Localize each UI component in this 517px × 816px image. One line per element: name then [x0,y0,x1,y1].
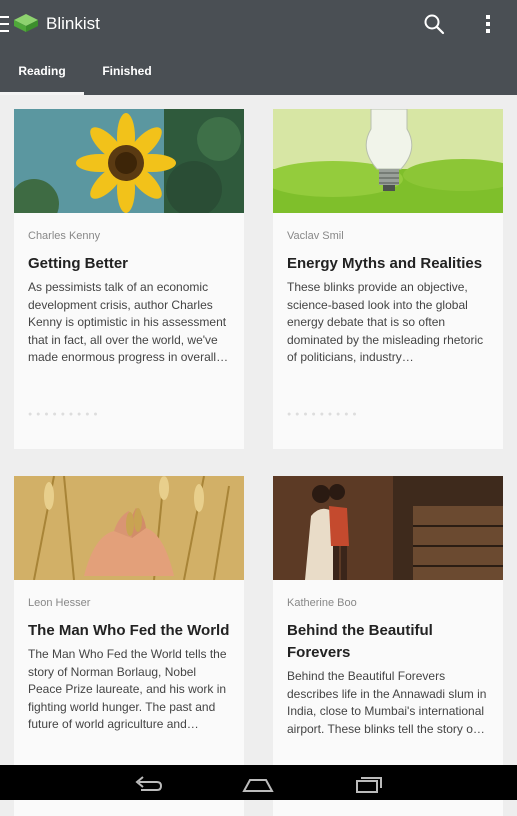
book-author: Leon Hesser [28,597,91,609]
book-cover-image [273,476,503,580]
tab-finished[interactable]: Finished [84,48,170,95]
recents-icon[interactable] [353,774,385,794]
active-tab-indicator [0,92,84,95]
book-title: Behind the Beautiful Forevers [287,622,433,661]
book-author: Katherine Boo [287,597,357,609]
back-icon[interactable] [131,774,163,794]
app-title: Blinkist [46,14,100,33]
book-author: Charles Kenny [28,230,101,242]
book-description: These blinks provide an objective, scien… [287,280,484,364]
book-author: Vaclav Smil [287,230,344,242]
book-card-energy-myths[interactable]: Vaclav Smil Energy Myths and Realities T… [273,109,503,449]
book-cover-image [14,476,244,580]
book-cover-image [273,109,503,213]
tab-bar: Reading Finished [0,48,517,95]
book-title: The Man Who Fed the World [28,622,230,639]
book-title: Energy Myths and Realities [287,255,483,272]
tab-reading[interactable]: Reading [0,48,84,95]
progress-dots: ● ● ● ● ● ● ● ● ● [287,411,358,418]
book-description: Behind the Beautiful Forevers describes … [287,669,487,736]
book-cover-image [14,109,244,213]
search-icon[interactable] [422,12,446,36]
blinkist-logo-icon[interactable] [12,12,40,34]
book-card-getting-better[interactable]: Charles Kenny Getting Better As pessimis… [14,109,244,449]
progress-dots: ● ● ● ● ● ● ● ● ● [28,411,99,418]
book-title: Getting Better [28,255,129,272]
menu-icon[interactable] [0,16,9,32]
home-icon[interactable] [242,774,274,794]
book-description: As pessimists talk of an economic develo… [28,280,229,364]
more-vert-icon[interactable] [478,12,498,36]
book-description: The Man Who Fed the World tells the stor… [28,647,227,731]
app-bar: Blinkist [0,0,517,48]
system-nav-bar [0,765,517,800]
